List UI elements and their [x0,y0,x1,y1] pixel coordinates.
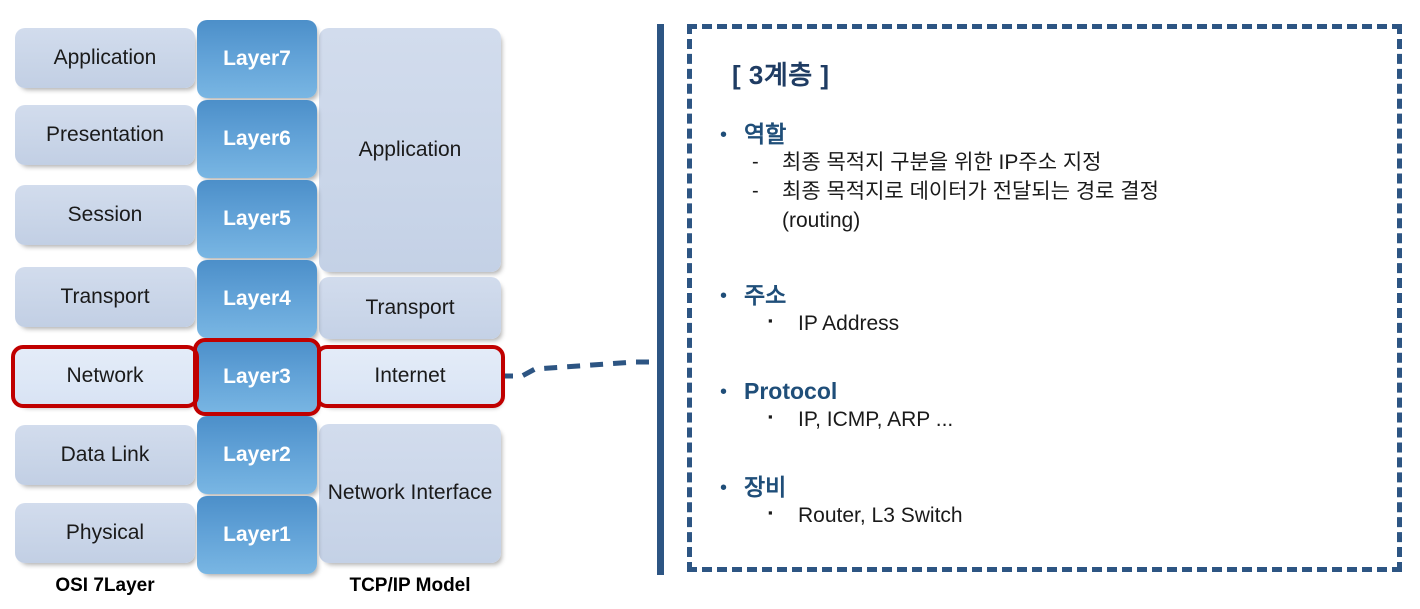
square-marker-icon: ▪ [768,409,773,425]
detail-section-protocol-items: ▪ IP, ICMP, ARP ... [720,406,1380,435]
detail-section-protocol-heading: Protocol [744,378,838,404]
layer-box-layer1-label: Layer1 [223,522,291,546]
list-item: ▪ Router, L3 Switch [720,502,1380,531]
detail-role-item-0: 최종 목적지 구분을 위한 IP주소 지정 [782,151,1102,175]
osi-box-network-label: Network [66,364,144,388]
layer-box-layer3-label: Layer3 [223,364,291,388]
detail-section-equipment-heading: 장비 [744,474,787,500]
layer-box-layer5[interactable]: Layer5 [197,180,317,258]
detail-address-item-0: IP Address [798,312,900,336]
layer-box-layer1[interactable]: Layer1 [197,496,317,574]
detail-panel-title: [ 3계층 ] [732,60,830,90]
detail-protocol-item-0: IP, ICMP, ARP ... [798,408,954,432]
bullet-dot-icon: • [720,477,728,499]
detail-section-equipment: • 장비 ▪ Router, L3 Switch [720,474,1380,531]
osi-box-presentation[interactable]: Presentation [15,105,195,165]
osi-box-data-link[interactable]: Data Link [15,425,195,485]
list-item: ▪ IP, ICMP, ARP ... [720,406,1380,435]
detail-panel: [ 3계층 ] • 역할 - 최종 목적지 구분을 위한 IP주소 지정 - 최… [687,24,1402,572]
osi-box-transport[interactable]: Transport [15,267,195,327]
bullet-dot-icon: • [720,381,728,403]
detail-section-address-header: • 주소 [720,282,1380,308]
osi-box-physical[interactable]: Physical [15,503,195,563]
osi-box-presentation-label: Presentation [46,122,164,146]
square-marker-icon: ▪ [768,313,773,329]
callout-connector [497,359,658,379]
tcpip-box-transport-label: Transport [365,295,455,319]
layer-box-layer4-label: Layer4 [223,286,291,310]
osi-box-data-link-label: Data Link [60,442,150,466]
osi-box-network[interactable]: Network [15,347,195,406]
connector-dashed-line [500,359,658,379]
detail-role-item-1: 최종 목적지로 데이터가 전달되는 경로 결정 (routing) [782,180,1159,233]
layer-box-layer2[interactable]: Layer2 [197,416,317,494]
detail-section-address-items: ▪ IP Address [720,310,1380,339]
osi-box-physical-label: Physical [65,520,145,544]
osi-box-session-label: Session [67,202,143,226]
layer-box-layer3[interactable]: Layer3 [197,340,317,414]
detail-section-address-heading: 주소 [744,282,787,308]
list-item: ▪ IP Address [720,310,1380,339]
bullet-dot-icon: • [720,285,728,307]
detail-section-equipment-items: ▪ Router, L3 Switch [720,502,1380,531]
bullet-dot-icon: • [720,124,728,146]
layer-box-layer7[interactable]: Layer7 [197,20,317,98]
layer-box-layer7-label: Layer7 [223,46,291,70]
tcpip-box-application[interactable]: Application [319,28,501,272]
detail-section-equipment-header: • 장비 [720,474,1380,500]
osi-box-application[interactable]: Application [15,28,195,88]
detail-section-role-items: - 최종 목적지 구분을 위한 IP주소 지정 - 최종 목적지로 데이터가 전… [720,149,1380,236]
detail-equipment-item-0: Router, L3 Switch [798,504,963,528]
detail-section-address: • 주소 ▪ IP Address [720,282,1380,339]
tcpip-box-application-label: Application [358,137,462,161]
osi-box-session[interactable]: Session [15,185,195,245]
list-item: - 최종 목적지로 데이터가 전달되는 경로 결정 (routing) [720,178,1380,236]
osi-box-transport-label: Transport [60,284,150,308]
square-marker-icon: ▪ [768,505,773,521]
detail-section-role-header: • 역할 [720,121,1380,147]
list-item: - 최종 목적지 구분을 위한 IP주소 지정 [720,149,1380,178]
dash-marker-icon: - [752,180,759,203]
tcpip-box-network-interface-label: Network Interface [327,481,493,505]
dash-marker-icon: - [752,151,759,174]
detail-section-protocol-header: • Protocol [720,378,1380,404]
layer-box-layer2-label: Layer2 [223,442,291,466]
layer-box-layer6[interactable]: Layer6 [197,100,317,178]
detail-section-role-heading: 역할 [744,121,787,147]
detail-section-protocol: • Protocol ▪ IP, ICMP, ARP ... [720,378,1380,435]
detail-panel-left-bar [657,24,664,575]
osi-column-caption: OSI 7Layer [55,575,155,596]
detail-section-role: • 역할 - 최종 목적지 구분을 위한 IP주소 지정 - 최종 목적지로 데… [720,121,1380,236]
tcpip-box-internet[interactable]: Internet [319,347,501,406]
tcpip-box-transport[interactable]: Transport [319,277,501,339]
tcpip-box-network-interface[interactable]: Network Interface [319,424,501,563]
tcpip-box-internet-label: Internet [374,364,446,388]
layer-box-layer5-label: Layer5 [223,206,291,230]
osi-box-application-label: Application [53,45,157,69]
layer-box-layer4[interactable]: Layer4 [197,260,317,338]
layer-box-layer6-label: Layer6 [223,126,291,150]
